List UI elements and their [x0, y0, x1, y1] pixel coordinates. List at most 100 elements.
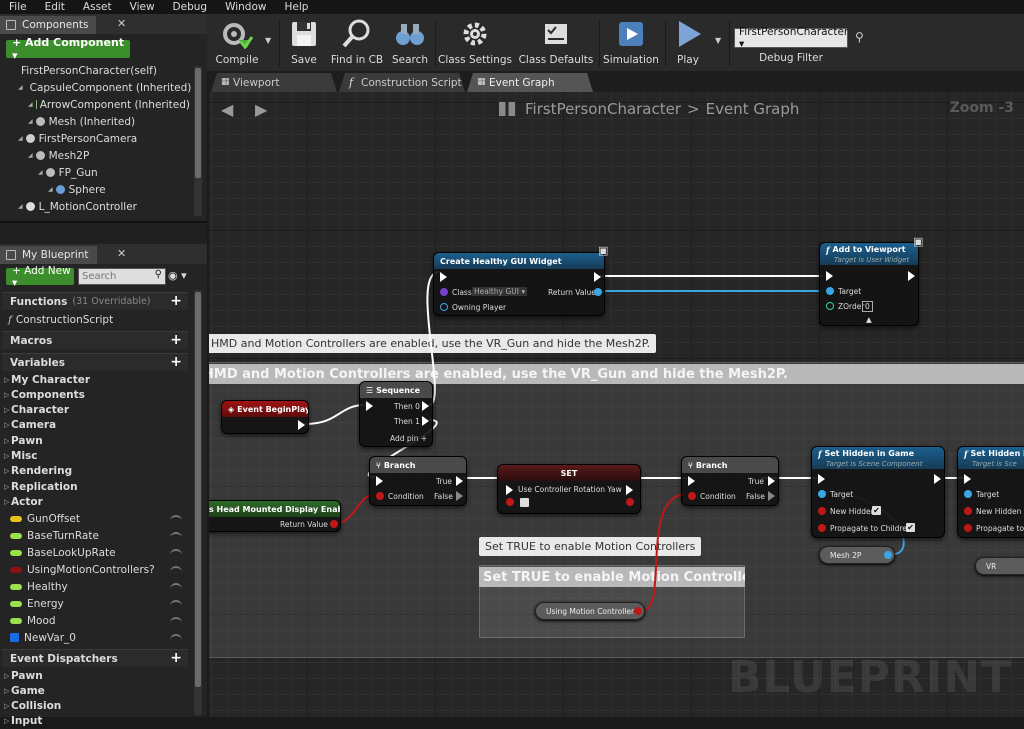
- compile-button[interactable]: Compile: [211, 18, 263, 68]
- event-graph-canvas[interactable]: ◀ ▶ FirstPersonCharacter > Event Graph Z…: [209, 92, 1024, 717]
- event-dispatchers-section[interactable]: Event Dispatchers+: [2, 649, 188, 667]
- close-icon[interactable]: ✕: [117, 247, 126, 260]
- node-add-to-viewport[interactable]: fAdd to ViewportTarget is User Widget Ta…: [819, 242, 919, 326]
- macros-section[interactable]: Macros+: [2, 331, 188, 349]
- menu-asset[interactable]: Asset: [74, 1, 121, 13]
- variable-category[interactable]: Camera: [2, 418, 188, 433]
- node-event-beginplay[interactable]: ◈Event BeginPlay: [221, 400, 309, 434]
- expand-arrow-icon[interactable]: ◢: [38, 169, 43, 176]
- exec-in-pin[interactable]: [688, 476, 695, 486]
- node-set[interactable]: SET Use Controller Rotation Yaw: [497, 464, 641, 514]
- use-controller-rotation-yaw-checkbox[interactable]: [520, 498, 529, 507]
- new-hidden-pin[interactable]: [818, 507, 826, 515]
- expand-arrow-icon[interactable]: ▲: [866, 315, 872, 324]
- play-options-chevron-down-icon[interactable]: ▼: [715, 36, 721, 45]
- variable-item[interactable]: BaseTurnRate: [10, 527, 188, 544]
- dispatcher-category[interactable]: Input: [2, 714, 188, 729]
- add-variable-button[interactable]: +: [170, 354, 182, 370]
- compile-options-chevron-down-icon[interactable]: ▼: [265, 36, 271, 45]
- variable-category[interactable]: Components: [2, 387, 188, 402]
- add-component-button[interactable]: + Add Component ▾: [6, 40, 130, 58]
- menu-help[interactable]: Help: [275, 1, 317, 13]
- class-value-select[interactable]: Healthy GUI ▾: [472, 287, 527, 296]
- dispatcher-category[interactable]: Collision: [2, 699, 188, 714]
- propagate-pin[interactable]: [964, 524, 972, 532]
- node-set-hidden-in-game-2[interactable]: fSet Hidden inTarget is Sce Target New H…: [957, 446, 1024, 538]
- visibility-eye-icon[interactable]: [170, 566, 182, 572]
- component-tree-item[interactable]: ◢Mesh (Inherited): [0, 113, 190, 130]
- menu-window[interactable]: Window: [216, 1, 275, 13]
- then1-pin[interactable]: [422, 416, 429, 426]
- new-hidden-checkbox[interactable]: ✔: [872, 506, 881, 515]
- my-blueprint-tab[interactable]: My Blueprint: [0, 246, 97, 264]
- true-pin[interactable]: [768, 476, 775, 486]
- expand-arrow-icon[interactable]: ◢: [18, 203, 23, 210]
- target-pin[interactable]: [826, 287, 834, 295]
- expand-arrow-icon[interactable]: ◢: [28, 101, 33, 108]
- node-branch-2[interactable]: ⑂Branch True Condition False: [681, 456, 779, 506]
- add-pin-button[interactable]: Add pin +: [390, 434, 427, 443]
- return-value-pin[interactable]: [330, 520, 338, 528]
- add-new-button[interactable]: + Add New ▾: [6, 268, 74, 285]
- variable-item[interactable]: UsingMotionControllers?: [10, 561, 188, 578]
- components-tab[interactable]: Components: [0, 16, 96, 34]
- menu-view[interactable]: View: [121, 1, 164, 13]
- false-pin[interactable]: [456, 491, 463, 501]
- close-icon[interactable]: ✕: [117, 17, 126, 30]
- visibility-eye-icon[interactable]: [170, 634, 182, 640]
- component-tree-item[interactable]: ◢ArrowComponent (Inherited): [0, 96, 190, 113]
- variable-category[interactable]: Character: [2, 403, 188, 418]
- node-is-hmd-enabled[interactable]: Is Head Mounted Display Enabled Return V…: [209, 500, 341, 532]
- visibility-eye-icon[interactable]: [170, 617, 182, 623]
- exec-out-pin[interactable]: [298, 420, 305, 430]
- node-set-hidden-in-game-1[interactable]: fSet Hidden in GameTarget is Scene Compo…: [811, 446, 945, 538]
- play-button[interactable]: Play: [667, 18, 709, 68]
- use-controller-rotation-yaw-pin[interactable]: [506, 498, 514, 506]
- node-vr-getter[interactable]: VR: [975, 557, 1024, 575]
- exec-in-pin[interactable]: [964, 474, 971, 484]
- variable-category[interactable]: Rendering: [2, 464, 188, 479]
- component-tree-item[interactable]: ◢FirstPersonCamera: [0, 130, 190, 147]
- visibility-eye-icon[interactable]: [170, 600, 182, 606]
- node-sequence[interactable]: ☰Sequence Then 0 Then 1 Add pin +: [359, 381, 433, 447]
- variable-item[interactable]: NewVar_0: [10, 629, 188, 646]
- variable-category[interactable]: Pawn: [2, 433, 188, 448]
- search-button[interactable]: Search: [389, 18, 431, 68]
- debug-filter-select[interactable]: FirstPersonCharacter ▾: [734, 28, 848, 48]
- scrollbar-thumb[interactable]: [195, 68, 201, 178]
- dispatcher-category[interactable]: Pawn: [2, 668, 188, 683]
- zorder-input[interactable]: 0: [862, 301, 873, 312]
- variable-category[interactable]: Actor: [2, 494, 188, 509]
- exec-in-pin[interactable]: [440, 272, 447, 282]
- visibility-eye-icon[interactable]: [170, 532, 182, 538]
- node-branch-1[interactable]: ⑂Branch True Condition False: [369, 456, 467, 506]
- visibility-eye-icon[interactable]: [170, 515, 182, 521]
- search-input[interactable]: Search⚲: [78, 268, 166, 285]
- variable-category[interactable]: Misc: [2, 449, 188, 464]
- add-macro-button[interactable]: +: [170, 332, 182, 348]
- component-tree-item[interactable]: ◢Sphere: [0, 181, 190, 198]
- propagate-pin[interactable]: [818, 524, 826, 532]
- variable-item[interactable]: BaseLookUpRate: [10, 544, 188, 561]
- owning-player-pin[interactable]: [440, 303, 448, 311]
- simulation-button[interactable]: Simulation: [601, 18, 661, 68]
- variable-item[interactable]: Mood: [10, 612, 188, 629]
- expand-arrow-icon[interactable]: ◢: [28, 152, 33, 159]
- tab-event-graph[interactable]: ▦Event Graph: [467, 73, 593, 92]
- find-in-cb-button[interactable]: Find in CB: [327, 18, 387, 68]
- using-mc-pin[interactable]: [634, 607, 642, 615]
- tab-construction-script[interactable]: fConstruction Script: [339, 73, 465, 92]
- false-pin[interactable]: [768, 491, 775, 501]
- tab-viewport[interactable]: ▦Viewport: [211, 73, 337, 92]
- debug-search-icon[interactable]: ⚲: [855, 30, 864, 44]
- class-settings-button[interactable]: Class Settings: [437, 18, 513, 68]
- component-tree-item[interactable]: ◢Mesh2P: [0, 147, 190, 164]
- exec-in-pin[interactable]: [376, 476, 383, 486]
- class-pin[interactable]: [440, 288, 448, 296]
- then0-pin[interactable]: [422, 401, 429, 411]
- save-button[interactable]: Save: [283, 18, 325, 68]
- variables-section[interactable]: Variables+: [2, 353, 188, 371]
- variable-category[interactable]: Replication: [2, 479, 188, 494]
- node-using-mc-getter[interactable]: Using Motion Controllers?: [535, 602, 645, 620]
- component-tree-item[interactable]: ◢FP_Gun: [0, 164, 190, 181]
